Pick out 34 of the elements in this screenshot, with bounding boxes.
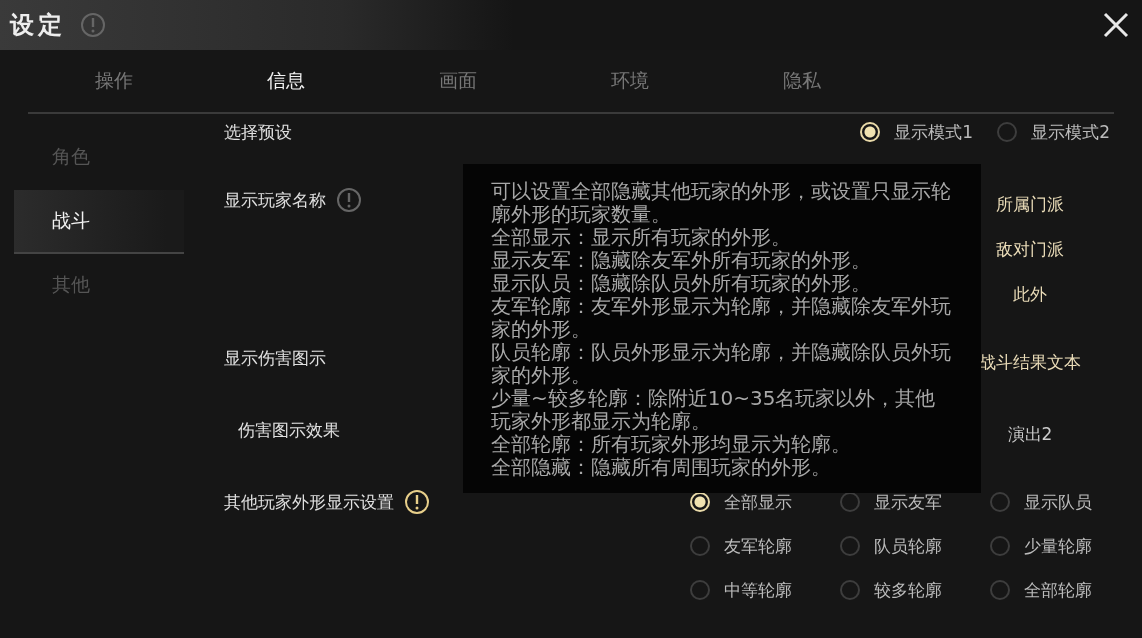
tooltip-text: 全部轮廓：所有玩家外形均显示为轮廓。 — [491, 433, 852, 456]
tooltip-text: 可以设置全部隐藏其他玩家的外形，或设置只显示轮廓外形的玩家数量。 — [491, 180, 952, 226]
tooltip-text: 显示友军：隐藏除友军外所有玩家的外形。 — [491, 249, 872, 272]
tooltip-text: 队员轮廓：队员外形显示为轮廓，并隐藏除队员外玩家的外形。 — [491, 341, 952, 387]
setting-value[interactable]: 敌对门派 — [996, 227, 1064, 272]
setting-label: 显示玩家名称 — [224, 189, 326, 212]
tooltip-text: 少量~较多轮廓：除附近10~35名玩家以外，其他玩家外形都显示为轮廓。 — [491, 387, 937, 433]
tab[interactable]: 环境 — [544, 62, 716, 100]
radio-option[interactable]: 显示模式1 — [860, 114, 974, 150]
setting-value[interactable]: 所属门派 — [996, 182, 1064, 227]
tab[interactable]: 信息 — [200, 62, 372, 100]
radio-option[interactable]: 较多轮廓 — [840, 572, 990, 608]
setting-value[interactable]: 演出2 — [1007, 412, 1053, 457]
radio-option[interactable]: 友军轮廓 — [690, 528, 840, 564]
setting-label: 选择预设 — [224, 121, 292, 144]
tab[interactable]: 画面 — [372, 62, 544, 100]
tooltip-text: 全部隐藏：隐藏所有周围玩家的外形。 — [491, 456, 832, 479]
window-title: 设定 — [10, 9, 66, 41]
radio-option[interactable]: 少量轮廓 — [990, 528, 1110, 564]
setting-label: 其他玩家外形显示设置 — [224, 491, 394, 514]
setting-value[interactable]: 此外 — [1013, 272, 1047, 317]
tooltip-text: 全部显示：显示所有玩家的外形。 — [491, 226, 792, 249]
tab[interactable]: 操作 — [28, 62, 200, 100]
radio-option[interactable]: 队员轮廓 — [840, 528, 990, 564]
tooltip-text: 友军轮廓：友军外形显示为轮廓，并隐藏除友军外玩家的外形。 — [491, 295, 952, 341]
tab[interactable]: 隐私 — [716, 62, 888, 100]
radio-option[interactable]: 全部轮廓 — [990, 572, 1110, 608]
radio-option[interactable]: 显示模式2 — [997, 114, 1110, 150]
setting-label: 显示伤害图示 — [224, 347, 326, 370]
radio-option[interactable]: 中等轮廓 — [690, 572, 840, 608]
setting-label: 伤害图示效果 — [237, 419, 340, 442]
radio-option[interactable]: 显示队员 — [990, 484, 1110, 520]
sidebar-item[interactable]: 战斗 — [14, 190, 184, 254]
tooltip-text: 显示队员：隐藏除队员外所有玩家的外形。 — [491, 272, 872, 295]
